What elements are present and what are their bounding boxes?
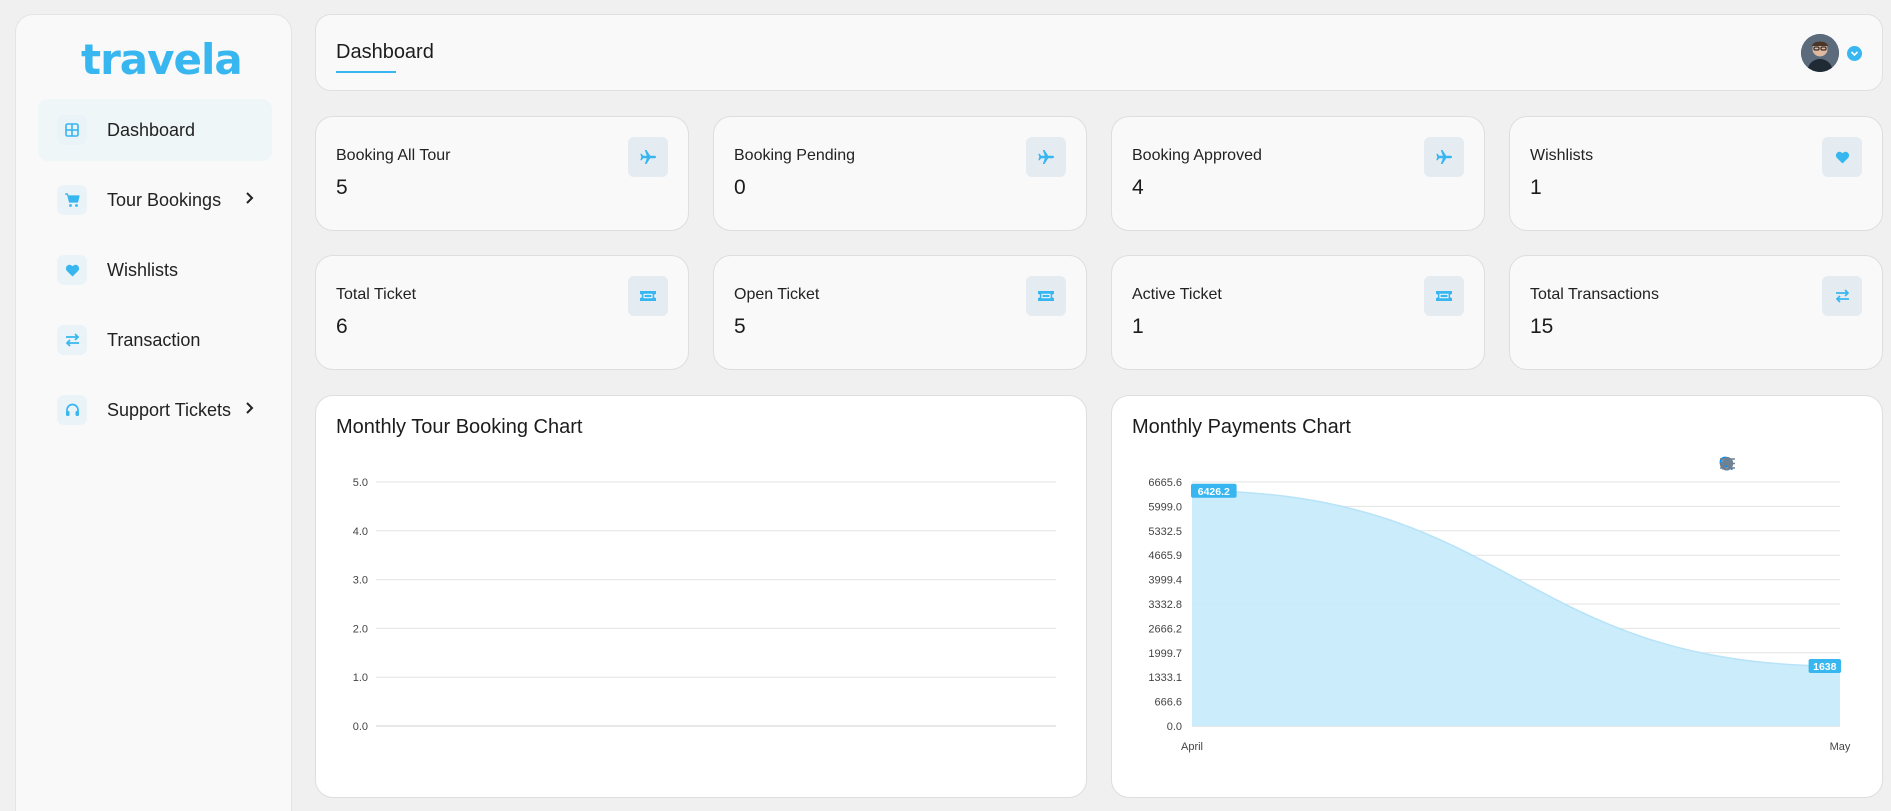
y-tick-label: 2.0 xyxy=(353,623,368,635)
sidebar-item-label: Dashboard xyxy=(107,119,196,140)
plane-icon xyxy=(628,137,668,177)
stat-value: 1 xyxy=(1530,176,1542,199)
page-title: Dashboard xyxy=(336,41,434,63)
stat-label: Booking Pending xyxy=(734,147,855,164)
y-tick-label: 5.0 xyxy=(353,477,368,489)
y-tick-label: 0.0 xyxy=(1167,721,1182,733)
y-tick-label: 3332.8 xyxy=(1148,599,1182,611)
sidebar-item-support-tickets[interactable]: Support Tickets xyxy=(38,379,272,441)
chevron-right-icon[interactable] xyxy=(245,191,254,210)
stat-label: Active Ticket xyxy=(1132,286,1222,303)
heart-icon xyxy=(57,255,87,285)
stat-card-open-ticket[interactable]: Open Ticket 5 xyxy=(713,255,1087,370)
stat-card-booking-all-tour[interactable]: Booking All Tour 5 xyxy=(315,116,689,231)
heart-icon xyxy=(1822,137,1862,177)
sidebar: travela Dashboard Tour Bookings Wishlist… xyxy=(15,14,292,811)
stat-label: Booking Approved xyxy=(1132,147,1262,164)
chevron-right-icon[interactable] xyxy=(245,401,254,420)
tour-booking-chart-svg: 5.0 4.0 3.0 2.0 1.0 0.0 xyxy=(353,477,1056,733)
stat-card-active-ticket[interactable]: Active Ticket 1 xyxy=(1111,255,1485,370)
sidebar-nav: Dashboard Tour Bookings Wishlists Transa… xyxy=(38,99,272,449)
stat-card-total-transactions[interactable]: Total Transactions 15 xyxy=(1509,255,1883,370)
brand-logo[interactable]: travela xyxy=(81,35,243,85)
stat-label: Booking All Tour xyxy=(336,147,451,164)
data-label: 1638 xyxy=(1813,661,1837,673)
zoom-out-icon[interactable] xyxy=(1719,456,1758,473)
ticket-icon xyxy=(1424,276,1464,316)
data-label: 6426.2 xyxy=(1198,486,1230,498)
stat-value: 5 xyxy=(336,176,348,199)
swap-arrows-icon xyxy=(57,325,87,355)
y-tick-label: 3.0 xyxy=(353,575,368,587)
logo-text: travela xyxy=(81,35,243,84)
y-tick-label: 6665.6 xyxy=(1148,477,1182,489)
pan-hand-icon[interactable] xyxy=(1720,456,1802,473)
y-tick-label: 666.6 xyxy=(1154,697,1182,709)
y-tick-label: 1999.7 xyxy=(1148,648,1182,660)
plane-icon xyxy=(1424,137,1464,177)
sidebar-item-dashboard[interactable]: Dashboard xyxy=(38,99,272,161)
y-tick-label: 1333.1 xyxy=(1148,672,1182,684)
ticket-icon xyxy=(1026,276,1066,316)
stat-value: 6 xyxy=(336,315,348,338)
chevron-down-icon[interactable] xyxy=(1847,46,1862,61)
series-area xyxy=(1192,490,1840,726)
y-tick-label: 3999.4 xyxy=(1148,575,1182,587)
sidebar-item-label: Wishlists xyxy=(107,259,178,280)
stat-card-booking-approved[interactable]: Booking Approved 4 xyxy=(1111,116,1485,231)
sidebar-item-label: Transaction xyxy=(107,329,201,350)
y-tick-label: 0.0 xyxy=(353,721,368,733)
x-tick-label: April xyxy=(1181,741,1203,753)
sidebar-item-transaction[interactable]: Transaction xyxy=(38,309,272,371)
stat-value: 0 xyxy=(734,176,746,199)
y-tick-label: 1.0 xyxy=(353,672,368,684)
menu-icon[interactable] xyxy=(1720,456,1846,473)
stat-value: 15 xyxy=(1530,315,1554,338)
y-tick-label: 4.0 xyxy=(353,526,368,538)
y-tick-label: 4665.9 xyxy=(1148,550,1182,562)
home-icon[interactable] xyxy=(1720,456,1824,473)
dashboard-grid-icon xyxy=(57,115,87,145)
chart-toolbar xyxy=(1719,456,1846,473)
sidebar-item-label: Tour Bookings xyxy=(107,189,222,210)
sidebar-item-label: Support Tickets xyxy=(107,399,232,420)
stat-label: Wishlists xyxy=(1530,147,1594,164)
magnifier-icon[interactable] xyxy=(1719,456,1780,473)
user-avatar[interactable] xyxy=(1801,34,1839,72)
stat-label: Open Ticket xyxy=(734,286,820,303)
stat-value: 4 xyxy=(1132,176,1144,199)
monthly-tour-booking-chart: Monthly Tour Booking Chart 5.0 4.0 3.0 2.0 1… xyxy=(315,395,1087,798)
stat-value: 1 xyxy=(1132,315,1144,338)
stat-card-wishlists[interactable]: Wishlists 1 xyxy=(1509,116,1883,231)
stat-value: 5 xyxy=(734,315,746,338)
stat-card-booking-pending[interactable]: Booking Pending 0 xyxy=(713,116,1087,231)
plane-icon xyxy=(1026,137,1066,177)
top-bar: Dashboard xyxy=(315,14,1883,91)
stat-card-total-ticket[interactable]: Total Ticket 6 xyxy=(315,255,689,370)
sidebar-item-wishlists[interactable]: Wishlists xyxy=(38,239,272,301)
stat-label: Total Ticket xyxy=(336,286,417,303)
y-tick-label: 2666.2 xyxy=(1148,623,1182,635)
stat-label: Total Transactions xyxy=(1530,286,1659,303)
swap-arrows-icon xyxy=(1822,276,1862,316)
cart-icon xyxy=(57,185,87,215)
x-tick-label: May xyxy=(1830,741,1851,753)
y-tick-label: 5999.0 xyxy=(1148,501,1182,513)
ticket-icon xyxy=(628,276,668,316)
headset-icon xyxy=(57,395,87,425)
y-tick-label: 5332.5 xyxy=(1148,526,1182,538)
title-underline xyxy=(336,71,396,73)
monthly-payments-chart: Monthly Payments Chart 6665.6 5999.0 5332.… xyxy=(1111,395,1883,798)
sidebar-item-tour-bookings[interactable]: Tour Bookings xyxy=(38,169,272,231)
